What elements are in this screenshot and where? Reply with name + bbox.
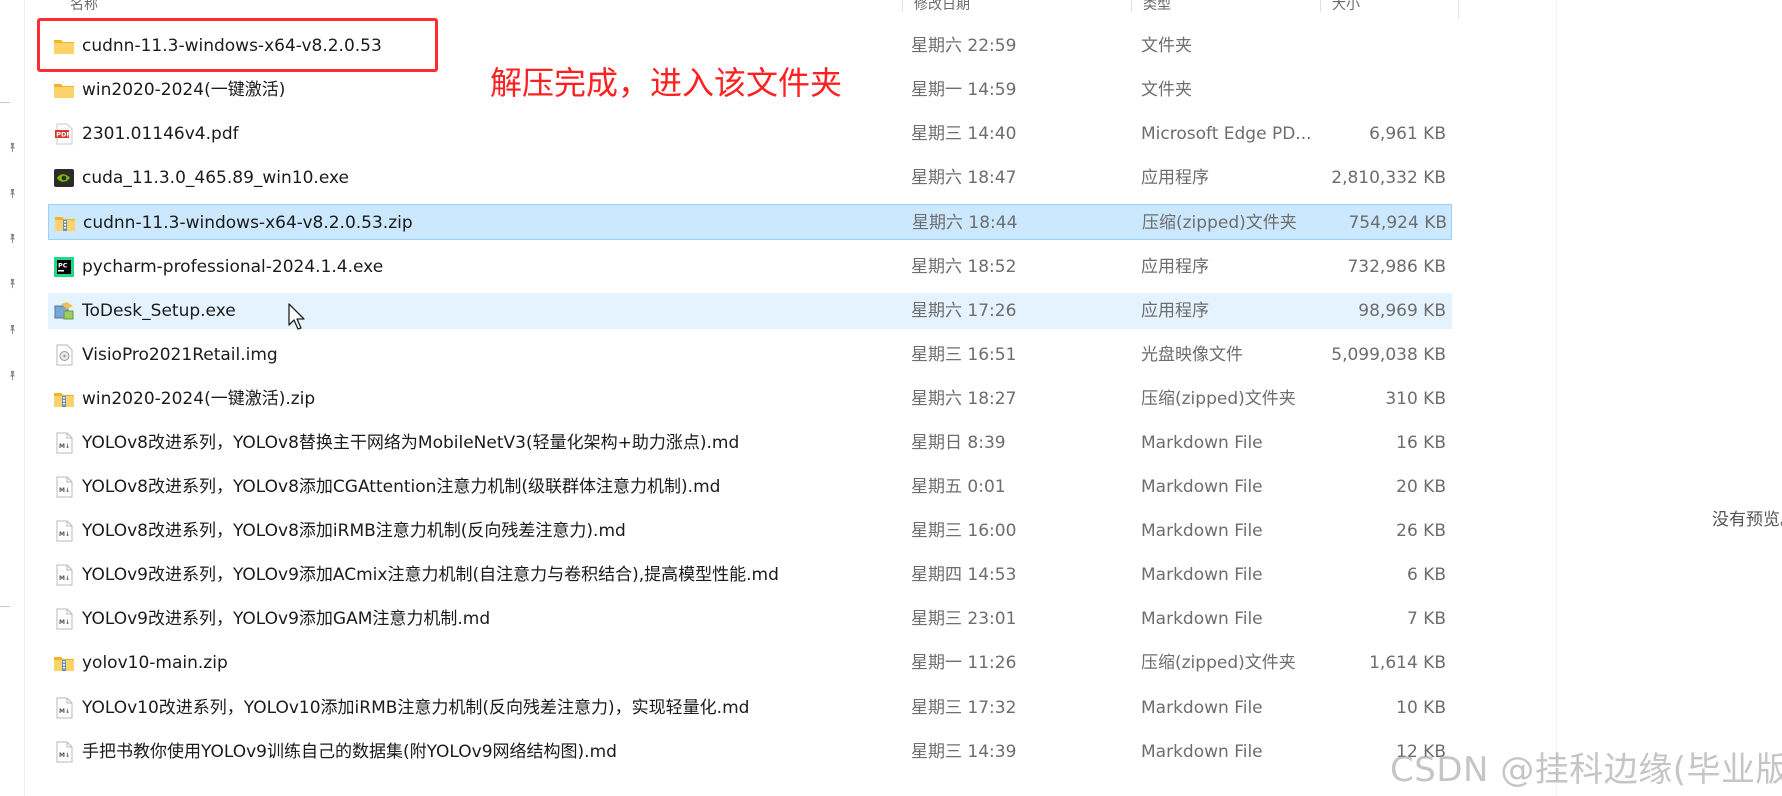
file-modified-date: 星期六 18:44 (912, 213, 1018, 234)
file-row[interactable]: M↓ YOLOv9改进系列，YOLOv9添加ACmix注意力机制(自注意力与卷积结… (48, 557, 1452, 593)
file-row[interactable]: PC pycharm-professional-2024.1.4.exe 星期六 1… (48, 249, 1452, 285)
file-size: 754,924 KB (1348, 213, 1447, 234)
file-modified-date: 星期三 16:51 (911, 344, 1017, 365)
file-name: 2301.01146v4.pdf (82, 124, 239, 145)
file-modified-date: 星期六 18:27 (911, 388, 1017, 409)
file-modified-date: 星期三 17:32 (911, 697, 1017, 718)
markdown-file-icon: M↓ (53, 476, 75, 498)
file-name: cudnn-11.3-windows-x64-v8.2.0.53.zip (83, 213, 413, 234)
markdown-file-icon: M↓ (53, 564, 75, 586)
file-name: YOLOv9改进系列，YOLOv9添加ACmix注意力机制(自注意力与卷积结合)… (82, 565, 779, 586)
file-modified-date: 星期三 14:39 (911, 741, 1017, 762)
zip-folder-icon (53, 652, 75, 674)
file-name: 手把书教你使用YOLOv9训练自己的数据集(附YOLOv9网络结构图).md (82, 741, 617, 762)
svg-text:M↓: M↓ (59, 752, 70, 759)
file-size: 26 KB (1396, 521, 1446, 542)
pycharm-icon: PC (53, 256, 75, 278)
svg-text:M↓: M↓ (59, 487, 70, 494)
file-name: yolov10-main.zip (82, 653, 228, 674)
file-row[interactable]: VisioPro2021Retail.img 星期三 16:51 光盘映像文件 5,0… (48, 337, 1452, 373)
file-name: YOLOv10改进系列，YOLOv10添加iRMB注意力机制(反向残差注意力)，… (82, 697, 750, 718)
file-modified-date: 星期五 0:01 (911, 477, 1006, 497)
file-row[interactable]: M↓ YOLOv8改进系列，YOLOv8添加CGAttention注意力机制(级联… (48, 469, 1452, 505)
svg-text:M↓: M↓ (59, 575, 70, 582)
file-size: 6 KB (1406, 565, 1446, 586)
installer-icon (53, 300, 75, 322)
annotation-text: 解压完成，进入该文件夹 (490, 64, 843, 102)
markdown-file-icon: M↓ (53, 741, 75, 763)
file-size: 5,099,038 KB (1331, 344, 1446, 365)
file-row[interactable]: PDF 2301.01146v4.pdf 星期三 14:40 Microsoft Ed… (48, 116, 1452, 152)
file-row[interactable]: yolov10-main.zip 星期一 11:26 压缩(zipped)文件夹 1,… (48, 645, 1452, 681)
file-modified-date: 星期日 8:39 (911, 432, 1006, 453)
file-name: ToDesk_Setup.exe (82, 300, 236, 321)
file-modified-date: 星期六 18:47 (911, 168, 1017, 189)
file-size: 20 KB (1396, 477, 1446, 497)
markdown-file-icon: M↓ (53, 608, 75, 630)
file-size: 10 KB (1396, 697, 1446, 718)
file-modified-date: 星期四 14:53 (911, 565, 1017, 586)
file-size: 1,614 KB (1369, 653, 1446, 674)
markdown-file-icon: M↓ (53, 432, 75, 454)
file-name: YOLOv8改进系列，YOLOv8添加CGAttention注意力机制(级联群体… (82, 477, 721, 497)
file-row[interactable]: ToDesk_Setup.exe 星期六 17:26 应用程序 98,969 KB (48, 292, 1452, 329)
file-size: 2,810,332 KB (1331, 168, 1446, 189)
file-modified-date: 星期六 18:52 (911, 256, 1017, 277)
file-modified-date: 星期六 17:26 (911, 300, 1017, 321)
file-modified-date: 星期一 11:26 (911, 653, 1017, 674)
file-size (1288, 72, 1446, 108)
file-row[interactable]: M↓ 手把书教你使用YOLOv9训练自己的数据集(附YOLOv9网络结构图).md… (48, 734, 1452, 770)
preview-empty-message: 没有预览。 (1712, 510, 1782, 530)
annotation-highlight-box (37, 18, 438, 72)
svg-text:PDF: PDF (56, 131, 71, 139)
mouse-cursor-icon (288, 303, 308, 331)
file-list: cudnn-11.3-windows-x64-v8.2.0.53 星期六 22:5… (0, 0, 1460, 796)
file-size: 310 KB (1385, 388, 1446, 409)
preview-pane (1556, 0, 1782, 796)
file-modified-date: 星期三 14:40 (911, 124, 1017, 145)
file-size: 732,986 KB (1347, 256, 1446, 277)
folder-icon (53, 79, 75, 101)
file-modified-date: 星期三 16:00 (911, 521, 1017, 542)
nvidia-exe-icon (53, 167, 75, 189)
file-name: YOLOv8改进系列，YOLOv8添加iRMB注意力机制(反向残差注意力).md (82, 521, 626, 542)
disc-image-icon (53, 344, 75, 366)
file-size: 7 KB (1406, 609, 1446, 630)
svg-text:M↓: M↓ (59, 708, 70, 715)
markdown-file-icon: M↓ (53, 697, 75, 719)
file-row[interactable]: win2020-2024(一键激活).zip 星期六 18:27 压缩(zipped… (48, 381, 1452, 417)
pdf-icon: PDF (53, 123, 75, 145)
file-size: 16 KB (1396, 432, 1446, 453)
file-row[interactable]: M↓ YOLOv8改进系列，YOLOv8添加iRMB注意力机制(反向残差注意力).… (48, 513, 1452, 549)
zip-folder-icon (54, 212, 76, 234)
file-name: cuda_11.3.0_465.89_win10.exe (82, 168, 349, 189)
file-row[interactable]: M↓ YOLOv9改进系列，YOLOv9添加GAM注意力机制.md 星期三 23:0… (48, 601, 1452, 637)
file-name: pycharm-professional-2024.1.4.exe (82, 256, 384, 277)
svg-text:PC: PC (58, 261, 68, 269)
file-row[interactable]: cudnn-11.3-windows-x64-v8.2.0.53.zip 星期六 … (48, 204, 1452, 241)
file-modified-date: 星期六 22:59 (911, 36, 1017, 56)
markdown-file-icon: M↓ (53, 520, 75, 542)
file-modified-date: 星期三 23:01 (911, 609, 1017, 630)
watermark: CSDN @挂科边缘(毕业版) (1390, 750, 1782, 790)
file-name: win2020-2024(一键激活).zip (82, 388, 316, 409)
file-size: 6,961 KB (1369, 124, 1446, 145)
file-name: YOLOv9改进系列，YOLOv9添加GAM注意力机制.md (82, 609, 491, 630)
svg-text:M↓: M↓ (59, 443, 70, 450)
file-size: 98,969 KB (1358, 300, 1446, 321)
svg-text:M↓: M↓ (59, 531, 70, 538)
file-row[interactable]: cuda_11.3.0_465.89_win10.exe 星期六 18:47 应用程… (48, 160, 1452, 196)
file-row[interactable]: M↓ YOLOv8改进系列，YOLOv8替换主干网络为MobileNetV3(轻量… (48, 425, 1452, 461)
file-row[interactable]: M↓ YOLOv10改进系列，YOLOv10添加iRMB注意力机制(反向残差注意力… (48, 690, 1452, 726)
svg-text:M↓: M↓ (59, 619, 70, 626)
file-size (1288, 28, 1446, 64)
file-name: VisioPro2021Retail.img (82, 344, 278, 365)
file-modified-date: 星期一 14:59 (911, 80, 1017, 101)
zip-folder-icon (53, 388, 75, 410)
file-name: YOLOv8改进系列，YOLOv8替换主干网络为MobileNetV3(轻量化架… (82, 432, 740, 453)
